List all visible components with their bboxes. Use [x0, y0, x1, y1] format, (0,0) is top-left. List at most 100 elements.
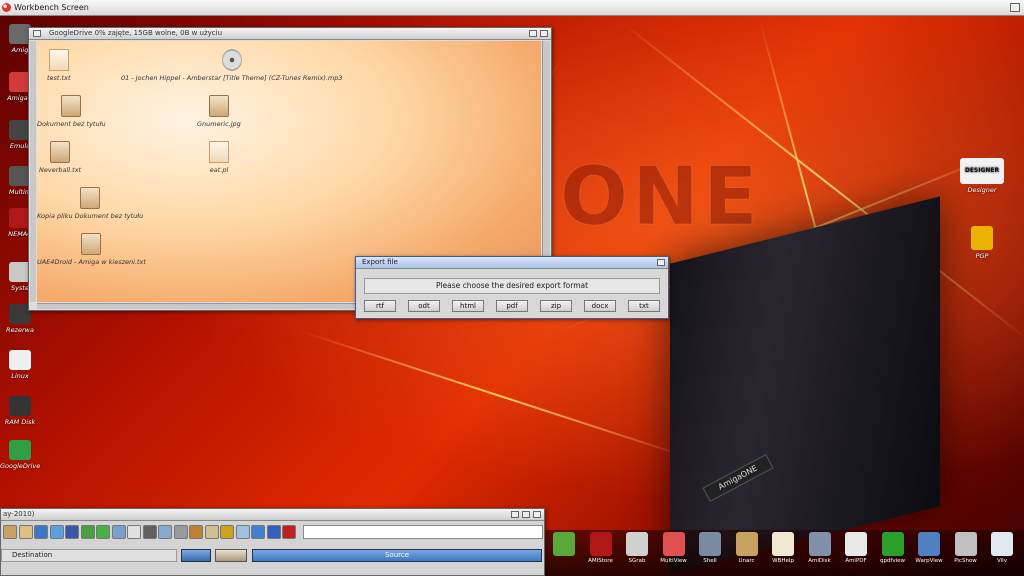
dock-app-icon	[772, 532, 794, 556]
toolbar-button-icon[interactable]	[235, 525, 250, 539]
destination-label[interactable]: Destination	[1, 549, 177, 562]
dock-item[interactable]: WarpView	[912, 532, 946, 564]
amiga-ball-icon	[2, 3, 11, 12]
close-icon[interactable]	[33, 30, 41, 37]
toolbar-button-icon[interactable]	[18, 525, 33, 539]
designer-logo-icon: DESIGNER	[960, 158, 1004, 184]
desktop-icon-designer[interactable]: DESIGNER Designer	[960, 158, 1004, 194]
file-icon[interactable]: Dokument bez tytułu	[37, 95, 106, 128]
dock-item[interactable]: MultiView	[657, 532, 691, 564]
toolbar-button-icon[interactable]	[251, 525, 265, 539]
format-button-zip[interactable]: zip	[540, 300, 572, 312]
dock-item[interactable]: Vilv	[985, 532, 1019, 564]
file-label: Dokument bez tytułu	[37, 120, 106, 128]
desktop-icon[interactable]: RAM Disk	[0, 396, 40, 426]
dock-item[interactable]: AMIStore	[584, 532, 618, 564]
dock-item[interactable]: Shell	[693, 532, 727, 564]
dock-app-icon	[991, 532, 1013, 556]
format-button-html[interactable]: html	[452, 300, 484, 312]
dock-item[interactable]: PicShow	[949, 532, 983, 564]
file-label: test.txt	[47, 74, 71, 82]
drawer-button-icon[interactable]	[181, 549, 211, 562]
file-label: eat.pl	[209, 166, 229, 174]
desktop-icon-label: Amig	[11, 46, 29, 54]
dock-item-label: PicShow	[954, 558, 977, 564]
toolbar-button-icon[interactable]	[142, 525, 157, 539]
dock-item[interactable]: Unarc	[730, 532, 764, 564]
depth-icon[interactable]	[657, 259, 665, 266]
iconify-icon[interactable]	[511, 511, 519, 518]
depth-icon[interactable]	[533, 511, 541, 518]
toolbar-button-icon[interactable]	[111, 525, 126, 539]
image-file-icon	[50, 141, 71, 163]
export-file-dialog[interactable]: Export file Please choose the desired ex…	[355, 256, 669, 319]
file-icon[interactable]: test.txt	[47, 49, 71, 82]
format-button-odt[interactable]: odt	[408, 300, 440, 312]
toolbar-button-icon[interactable]	[158, 525, 172, 539]
toolbar-button-icon[interactable]	[49, 525, 64, 539]
dock-item[interactable]	[547, 532, 581, 558]
window-title: ay-2010)	[3, 510, 35, 518]
desktop-icon-label: Linux	[11, 372, 29, 380]
file-manager-window[interactable]: ay-2010) Destination Source	[0, 508, 545, 576]
toolbar-button-icon[interactable]	[3, 525, 17, 539]
depth-icon[interactable]	[540, 30, 548, 37]
zoom-icon[interactable]	[529, 30, 537, 37]
image-file-icon	[80, 187, 101, 209]
screen-title-bar[interactable]: Workbench Screen	[0, 0, 1024, 16]
desktop-icon-pgp[interactable]: PGP	[962, 226, 1002, 260]
amigaone-tower	[670, 196, 940, 574]
padlock-icon	[971, 226, 993, 250]
dock-item-label: AMIStore	[588, 558, 613, 564]
toolbar-button-icon[interactable]	[127, 525, 141, 539]
dock-app-icon	[626, 532, 648, 556]
format-button-rtf[interactable]: rtf	[364, 300, 396, 312]
toolbar-button-icon[interactable]	[282, 525, 296, 539]
desktop-icon-label: Syste	[11, 284, 29, 292]
dock-item[interactable]: AmiDisk	[803, 532, 837, 564]
export-prompt: Please choose the desired export format	[364, 278, 660, 294]
toolbar	[1, 523, 301, 541]
dialog-title-bar[interactable]: Export file	[356, 257, 668, 269]
format-button-pdf[interactable]: pdf	[496, 300, 528, 312]
toolbar-button-icon[interactable]	[204, 525, 219, 539]
file-label: Kopia pliku Dokument bez tytułu	[37, 212, 144, 220]
dock-app-icon	[662, 532, 685, 556]
path-field[interactable]	[303, 525, 543, 539]
depth-gadget-icon[interactable]	[1010, 3, 1020, 12]
file-icon[interactable]: Neverball.txt	[39, 141, 81, 174]
toolbar-button-icon[interactable]	[220, 525, 234, 539]
file-icon[interactable]: 01 - Jochen Hippel - Amberstar [Title Th…	[121, 49, 343, 82]
dock-item[interactable]: qpdfview	[876, 532, 910, 564]
dock-item-label: AmiDisk	[808, 558, 831, 564]
desktop-icon[interactable]: Linux	[0, 350, 40, 380]
window-title-bar[interactable]: ay-2010)	[1, 509, 544, 521]
toolbar-button-icon[interactable]	[173, 525, 188, 539]
dock-app-icon	[845, 532, 867, 556]
toolbar-button-icon[interactable]	[80, 525, 95, 539]
format-button-txt[interactable]: txt	[628, 300, 660, 312]
format-button-docx[interactable]: docx	[584, 300, 616, 312]
dock-app-icon	[699, 532, 721, 556]
desktop-icon[interactable]: GoogleDrive	[0, 440, 40, 470]
file-icon[interactable]: Gnumeric.jpg	[197, 95, 241, 128]
dock-item[interactable]: SGrab	[620, 532, 654, 564]
file-icon[interactable]: eat.pl	[209, 141, 229, 174]
desktop-icon-label: GoogleDrive	[0, 462, 41, 470]
toolbar-button-icon[interactable]	[65, 525, 79, 539]
dock-item-label: qpdfview	[879, 558, 906, 564]
image-file-icon	[208, 95, 229, 117]
file-icon[interactable]: Kopia pliku Dokument bez tytułu	[37, 187, 143, 220]
window-title-bar[interactable]: GoogleDrive 0% zajęte, 15GB wolne, 0B w …	[29, 28, 551, 40]
toolbar-button-icon[interactable]	[266, 525, 281, 539]
toolbar-button-icon[interactable]	[96, 525, 110, 539]
file-icon[interactable]: UAE4Droid - Amiga w kieszeni.txt	[37, 233, 146, 266]
dock-item-label: Shell	[703, 558, 717, 564]
swap-button-icon[interactable]	[215, 549, 247, 562]
dock-item[interactable]: WBHelp	[766, 532, 800, 564]
source-label[interactable]: Source	[252, 549, 542, 562]
zoom-icon[interactable]	[522, 511, 530, 518]
toolbar-button-icon[interactable]	[34, 525, 48, 539]
toolbar-button-icon[interactable]	[189, 525, 203, 539]
dock-item[interactable]: AmiPDF	[839, 532, 873, 564]
